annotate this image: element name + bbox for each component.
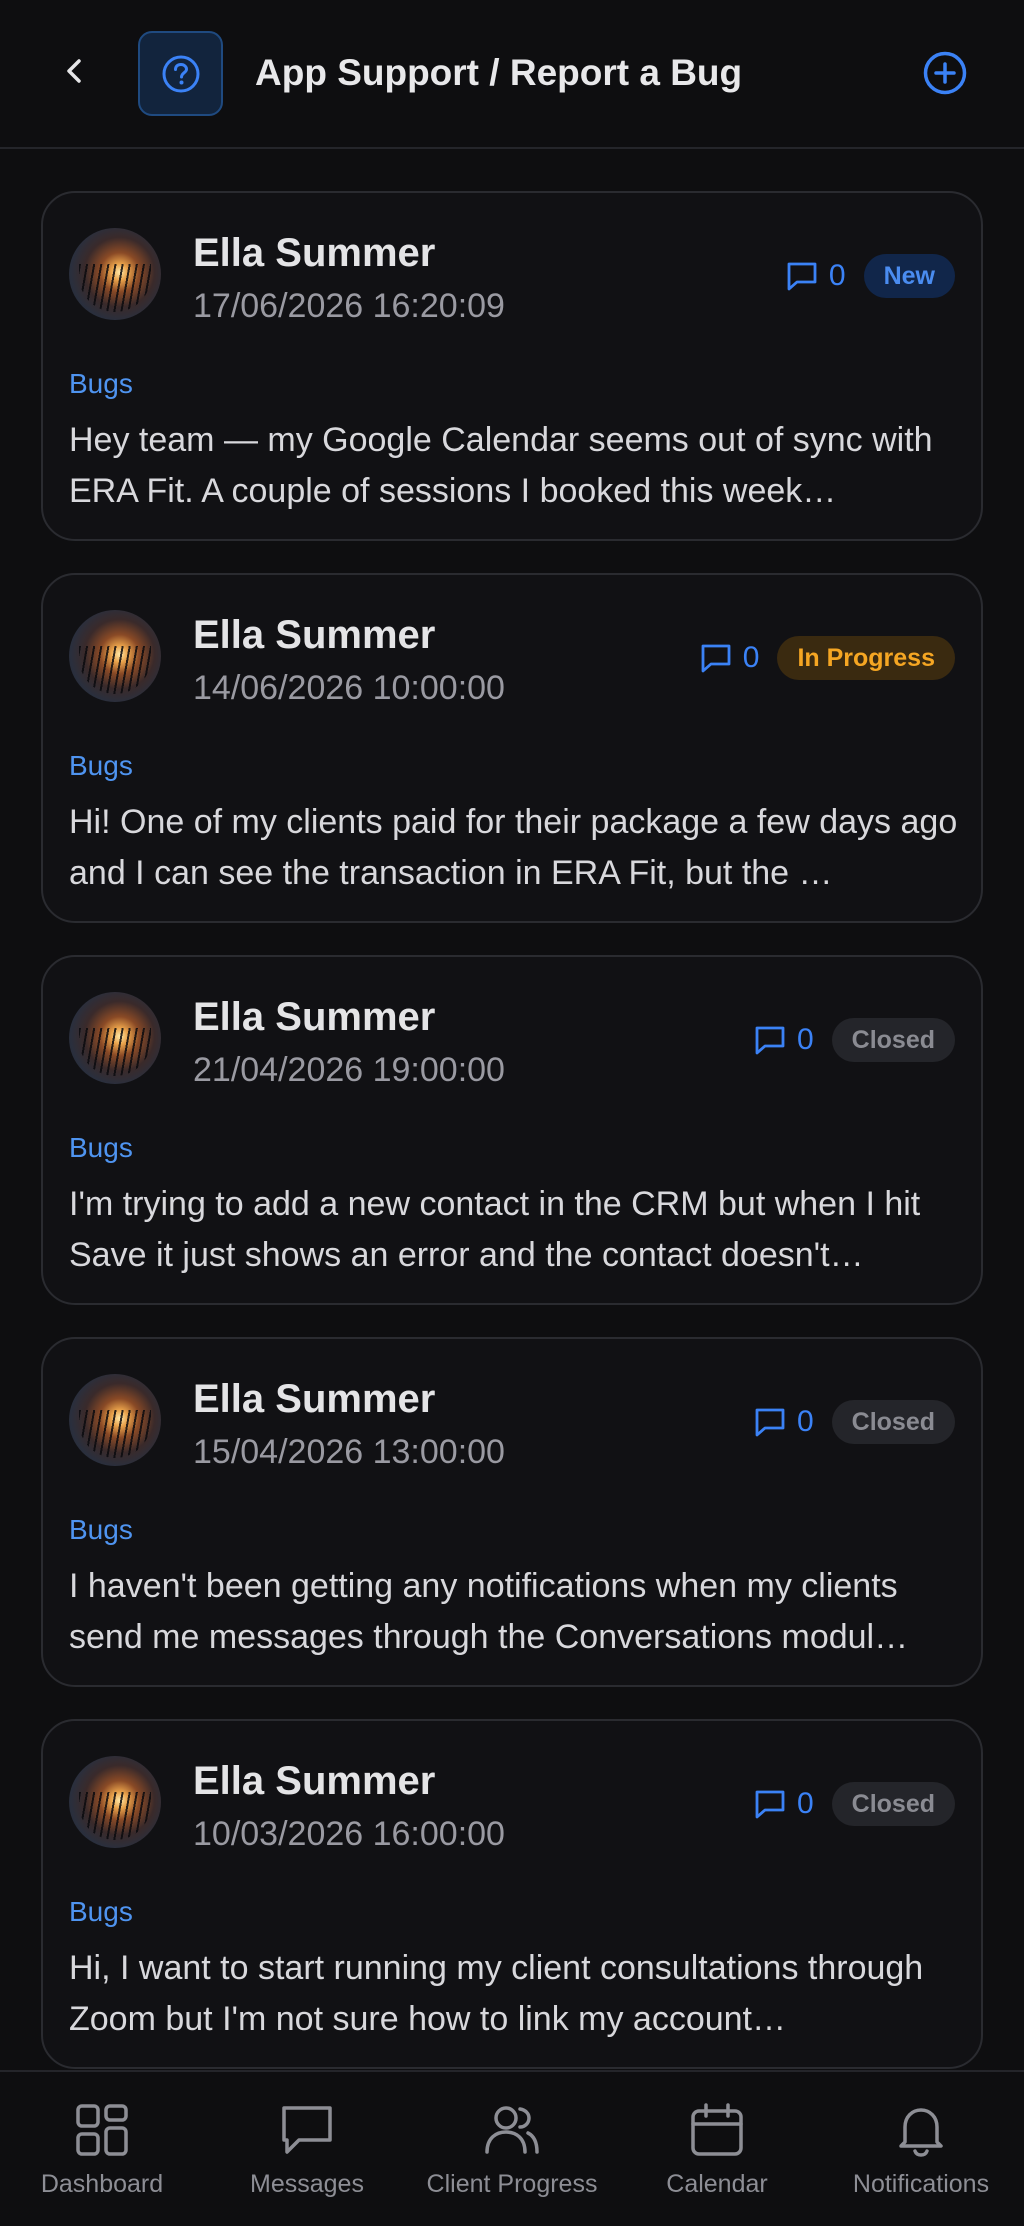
ticket-description: Hi! One of my clients paid for their pac… [69,803,958,892]
comment-icon [755,1790,785,1819]
ticket-card[interactable]: Ella Summer 10/03/2026 16:00:00 0 Closed… [41,1719,983,2069]
tab-label: Calendar [666,2170,768,2198]
comment-icon [755,1408,785,1437]
ticket-meta: 0 In Progress [699,635,955,681]
comment-count[interactable]: 0 [753,1405,814,1439]
ticket-card[interactable]: Ella Summer 21/04/2026 19:00:00 0 Closed… [41,955,983,1305]
comment-count-value: 0 [796,1787,814,1820]
ticket-category: Bugs [69,1896,133,1927]
tab-client-progress[interactable]: Client Progress [402,2100,622,2199]
ticket-author: Ella Summer [193,995,436,1039]
ticket-card[interactable]: Ella Summer 15/04/2026 13:00:00 0 Closed… [41,1337,983,1687]
comment-count-value: 0 [742,641,760,674]
tab-label: Notifications [852,2170,990,2198]
comment-count[interactable]: 0 [785,259,846,293]
ticket-meta: 0 Closed [753,1017,955,1063]
ticket-date: 21/04/2026 19:00:00 [193,1051,505,1089]
tab-calendar[interactable]: Calendar [607,2100,827,2199]
tab-notifications[interactable]: Notifications [811,2100,1024,2199]
ticket-category: Bugs [69,368,133,399]
ticket-list: Ella Summer 17/06/2026 16:20:09 0 New Bu… [41,191,983,2101]
status-badge: New [863,254,955,298]
ticket-meta: 0 New [785,253,955,299]
back-button[interactable] [52,48,98,94]
comment-count-value: 0 [828,259,846,292]
comment-icon [787,262,817,291]
grid-icon [72,2100,132,2160]
message-icon [277,2100,337,2160]
comment-count[interactable]: 0 [699,641,760,675]
tab-messages[interactable]: Messages [197,2100,417,2199]
ticket-description: I'm trying to add a new contact in the C… [69,1185,921,1274]
comment-count[interactable]: 0 [753,1023,814,1057]
status-badge: Closed [831,1018,955,1062]
users-icon [482,2100,542,2160]
ticket-author: Ella Summer [193,613,436,657]
ticket-date: 15/04/2026 13:00:00 [193,1433,505,1471]
ticket-card[interactable]: Ella Summer 14/06/2026 10:00:00 0 In Pro… [41,573,983,923]
ticket-description: I haven't been getting any notifications… [69,1567,909,1656]
ticket-author: Ella Summer [193,1377,436,1421]
ticket-date: 17/06/2026 16:20:09 [193,287,505,325]
status-badge: Closed [831,1400,955,1444]
ticket-description: Hi, I want to start running my client co… [69,1949,924,2038]
comment-count[interactable]: 0 [753,1787,814,1821]
tab-label: Messages [250,2170,364,2198]
app-header: App Support / Report a Bug [0,0,1024,149]
status-badge: In Progress [777,636,955,680]
ticket-author: Ella Summer [193,231,436,275]
help-button[interactable] [138,31,223,116]
add-ticket-button[interactable] [920,48,970,98]
ticket-category: Bugs [69,1514,133,1545]
tab-dashboard[interactable]: Dashboard [0,2100,212,2199]
ticket-date: 14/06/2026 10:00:00 [193,669,505,707]
avatar [69,1756,161,1848]
ticket-meta: 0 Closed [753,1781,955,1827]
tab-label: Dashboard [40,2170,164,2198]
calendar-icon [687,2100,747,2160]
comment-count-value: 0 [796,1023,814,1056]
ticket-category: Bugs [69,750,133,781]
avatar [69,992,161,1084]
ticket-category: Bugs [69,1132,133,1163]
ticket-meta: 0 Closed [753,1399,955,1445]
ticket-date: 10/03/2026 16:00:00 [193,1815,505,1853]
comment-icon [701,644,731,673]
comment-icon [755,1026,785,1055]
avatar [69,1374,161,1466]
comment-count-value: 0 [796,1405,814,1438]
status-badge: Closed [831,1782,955,1826]
chevron-left-icon [67,59,81,83]
bell-icon [891,2100,951,2160]
plus-circle-icon [923,51,967,95]
bottom-tab-bar: Dashboard Messages Client Progress Calen… [0,2070,1024,2226]
ticket-description: Hey team — my Google Calendar seems out … [69,421,933,510]
question-circle-icon [162,55,199,92]
avatar [69,610,161,702]
ticket-card[interactable]: Ella Summer 17/06/2026 16:20:09 0 New Bu… [41,191,983,541]
page-title: App Support / Report a Bug [255,52,743,93]
avatar [69,228,161,320]
ticket-author: Ella Summer [193,1759,436,1803]
tab-label: Client Progress [426,2170,598,2198]
